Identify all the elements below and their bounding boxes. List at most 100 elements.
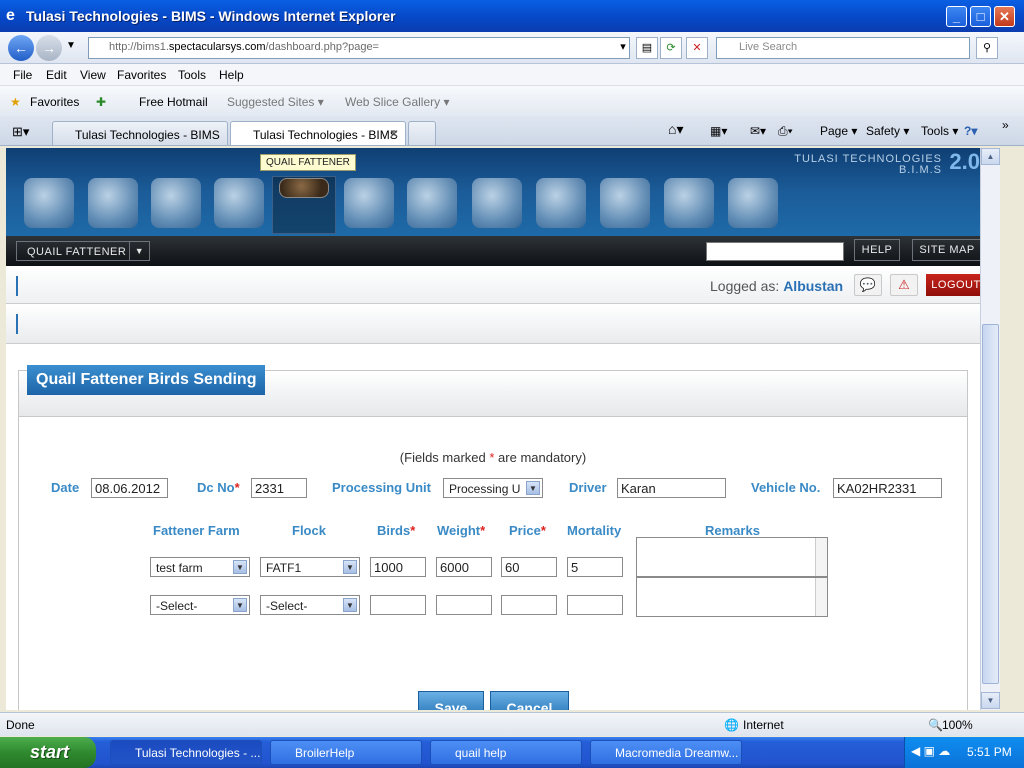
vehicle-field[interactable]: KA02HR2331 [833, 478, 942, 498]
scroll-up-icon[interactable]: ▲ [981, 148, 1000, 165]
user-nav-icon[interactable] [600, 178, 650, 228]
tab-2[interactable]: Tulasi Technologies - BIMS ✕ [230, 121, 406, 145]
home-icon[interactable]: ⌂▾ [668, 121, 683, 138]
broiler-nav-icon[interactable] [88, 178, 138, 228]
farm-select[interactable]: -Select- ▼ [150, 595, 250, 615]
search-icon[interactable]: ⚲ [976, 37, 998, 59]
farm-select[interactable]: test farm ▼ [150, 557, 250, 577]
print-icon[interactable]: ⎙▾ [778, 124, 793, 139]
store-nav-icon[interactable] [407, 178, 457, 228]
back-button[interactable]: ← [8, 35, 34, 61]
address-bar: ← → ▼ http://bims1.spectacularsys.com/da… [0, 32, 1024, 64]
task-ie[interactable]: Tulasi Technologies - ... [110, 740, 262, 765]
driver-field[interactable]: Karan [617, 478, 726, 498]
mortality-field[interactable]: 5 [567, 557, 623, 577]
sitemap-button[interactable]: SITE MAP [912, 239, 982, 261]
search-input[interactable]: Live Search [716, 37, 970, 59]
close-button[interactable]: ✕ [994, 6, 1015, 27]
weight-field[interactable]: 6000 [436, 557, 492, 577]
tools-menu[interactable]: Tools ▾ [921, 124, 958, 138]
flock-select[interactable]: FATF1 ▼ [260, 557, 360, 577]
mortality-field[interactable] [567, 595, 623, 615]
scrollbar[interactable] [815, 538, 827, 576]
help-button[interactable]: HELP [854, 239, 900, 261]
quick-tabs-icon[interactable]: ⊞▾ [12, 124, 29, 140]
help-icon[interactable]: ?▾ [964, 124, 977, 138]
safety-menu[interactable]: Safety ▾ [866, 124, 909, 138]
price-field[interactable] [501, 595, 557, 615]
tab-1[interactable]: Tulasi Technologies - BIMS [52, 121, 228, 145]
refresh-icon[interactable]: ⟳ [660, 37, 682, 59]
fav-webslice[interactable]: Web Slice Gallery ▾ [345, 95, 450, 109]
menu-edit[interactable]: Edit [46, 68, 67, 82]
col-mortality: Mortality [567, 523, 622, 538]
menu-help[interactable]: Help [219, 68, 244, 82]
tray-icons[interactable]: ◀ ▣ ☁ [911, 744, 950, 758]
remarks-textarea[interactable] [636, 537, 828, 577]
favorites-button[interactable]: Favorites [30, 95, 79, 109]
zoom-level[interactable]: 100% [942, 718, 973, 732]
chevron-down-icon: ▼ [233, 598, 247, 612]
birds-field[interactable] [370, 595, 426, 615]
close-tab-icon[interactable]: ✕ [389, 127, 399, 141]
price-field[interactable]: 60 [501, 557, 557, 577]
home-nav-icon[interactable] [24, 178, 74, 228]
date-field[interactable]: 08.06.2012 [91, 478, 168, 498]
cancel-button[interactable]: Cancel [490, 691, 569, 710]
system-tray: ◀ ▣ ☁ 5:51 PM [904, 737, 1024, 768]
task-quailhelp[interactable]: quail help [430, 740, 582, 765]
flock-select[interactable]: -Select- ▼ [260, 595, 360, 615]
module-dropdown[interactable]: QUAIL FATTENER ▼ [16, 241, 150, 261]
menu-favorites[interactable]: Favorites [117, 68, 166, 82]
weight-field[interactable] [436, 595, 492, 615]
dcno-field[interactable]: 2331 [251, 478, 307, 498]
processing-unit-select[interactable]: Processing U ▼ [443, 478, 543, 498]
zoom-icon[interactable]: 🔍 [928, 718, 943, 732]
page-viewport: TULASI TECHNOLOGIES B.I.M.S 2.0 QUAIL FA… [6, 148, 986, 710]
recent-pages-icon[interactable]: ▼ [66, 40, 76, 51]
stop-icon[interactable]: ✕ [686, 37, 708, 59]
orders-nav-icon[interactable] [536, 178, 586, 228]
save-button[interactable]: Save [418, 691, 484, 710]
quail-fattener-nav-icon[interactable] [279, 178, 329, 198]
reports-nav-icon[interactable] [664, 178, 714, 228]
clock: 5:51 PM [967, 745, 1012, 759]
task-broilerhelp[interactable]: BroilerHelp [270, 740, 422, 765]
scroll-down-icon[interactable]: ▼ [981, 692, 1000, 709]
quail-breeder-nav-icon[interactable] [151, 178, 201, 228]
start-button[interactable]: start [0, 737, 96, 768]
scroll-thumb[interactable] [982, 324, 999, 684]
finance-nav-icon[interactable] [344, 178, 394, 228]
messages-icon[interactable]: 💬 [854, 274, 882, 296]
chevron-down-icon: ▼ [526, 481, 540, 495]
add-favorite-icon[interactable]: ✚ [96, 95, 106, 109]
url-field[interactable]: http://bims1.spectacularsys.com/dashboar… [88, 37, 630, 59]
scrollbar[interactable] [815, 578, 827, 616]
feeds-icon[interactable]: ▦▾ [710, 124, 727, 138]
quick-search-input[interactable] [706, 242, 844, 261]
menu-tools[interactable]: Tools [178, 68, 206, 82]
new-tab-button[interactable] [408, 121, 436, 145]
forward-button[interactable]: → [36, 35, 62, 61]
alert-icon[interactable]: ⚠ [890, 274, 918, 296]
fav-suggested[interactable]: Suggested Sites ▾ [227, 95, 324, 109]
minimize-button[interactable]: _ [946, 6, 967, 27]
page-scrollbar[interactable]: ▲ ▼ [980, 148, 1000, 710]
dropdown-icon[interactable]: ▾ [612, 37, 634, 59]
logout-button[interactable]: LOGOUT [926, 274, 986, 296]
remarks-textarea[interactable] [636, 577, 828, 617]
birds-field[interactable]: 1000 [370, 557, 426, 577]
maximize-button[interactable]: □ [970, 6, 991, 27]
fav-hotmail[interactable]: Free Hotmail [139, 95, 208, 109]
menu-file[interactable]: File [13, 68, 32, 82]
mail-icon[interactable]: ✉▾ [750, 124, 766, 138]
more-commands-icon[interactable]: » [1002, 118, 1009, 132]
module-label: QUAIL FATTENER [27, 246, 127, 258]
menu-view[interactable]: View [80, 68, 106, 82]
task-dreamweaver[interactable]: Macromedia Dreamw... [590, 740, 742, 765]
compat-icon[interactable]: ▤ [636, 37, 658, 59]
page-menu[interactable]: Page ▾ [820, 124, 857, 138]
info-nav-icon[interactable] [728, 178, 778, 228]
inventory-nav-icon[interactable] [472, 178, 522, 228]
quail-chicks-nav-icon[interactable] [214, 178, 264, 228]
